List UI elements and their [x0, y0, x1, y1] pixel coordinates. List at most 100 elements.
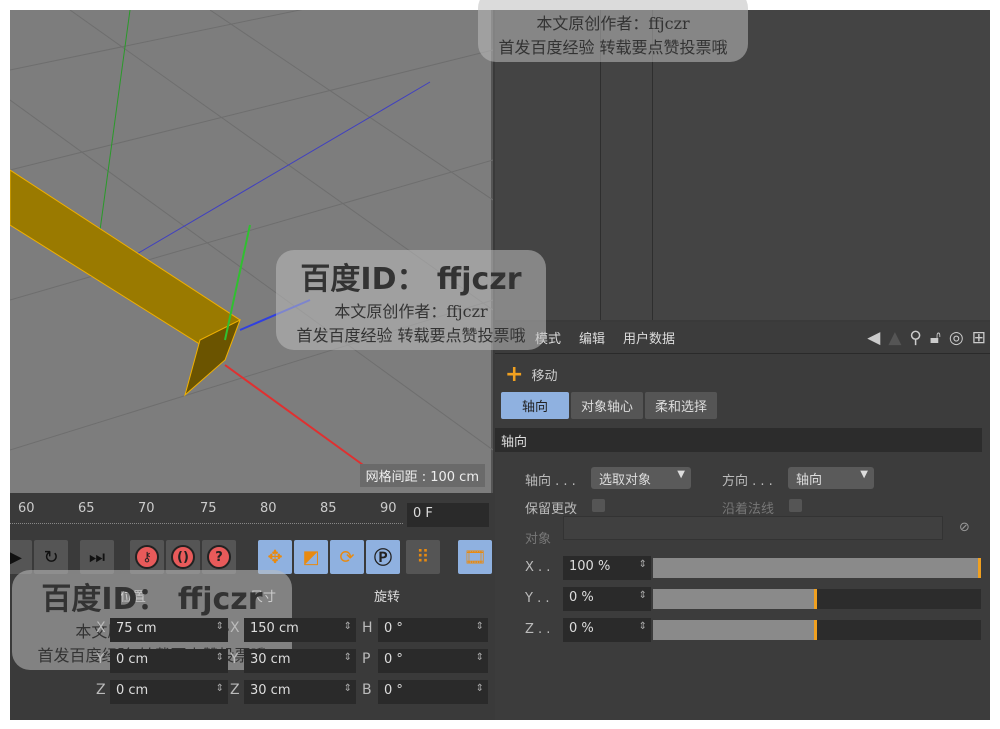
- tab-soft-selection[interactable]: 柔和选择: [645, 392, 718, 419]
- pos-z-label: Z: [96, 682, 106, 698]
- y-axis-line: [97, 10, 131, 246]
- rot-b-field[interactable]: 0 ° ⇕: [378, 680, 488, 704]
- timeline-button[interactable]: 🎞︎: [458, 540, 492, 574]
- y-slider[interactable]: [653, 589, 981, 609]
- attributes-panel: 模式 编辑 用户数据 ◀ ▲ ⚲ 🔓︎ ◎ ⊞ + 移动 轴向 对象轴心 柔和选…: [495, 322, 990, 720]
- z-axis-line: [134, 81, 431, 256]
- size-y-field[interactable]: 30 cm ⇕: [244, 649, 356, 673]
- pos-x-value: 75 cm: [116, 621, 157, 636]
- menu-edit[interactable]: 编辑: [579, 328, 605, 347]
- spinner-icon: ⇕: [638, 590, 647, 601]
- pos-z-value: 0 cm: [116, 683, 149, 698]
- x-value: 100 %: [569, 559, 611, 574]
- loop-icon[interactable]: ↻: [34, 540, 68, 574]
- direction-dropdown-value: 轴向: [796, 473, 823, 488]
- pos-z-field[interactable]: 0 cm ⇕: [110, 680, 228, 704]
- rotate-key-button[interactable]: ⟳: [330, 540, 364, 574]
- section-header: 轴向: [495, 428, 982, 452]
- size-z-label: Z: [230, 682, 240, 698]
- move-icon: ✥: [267, 546, 283, 568]
- film-icon: 🎞︎: [463, 546, 487, 568]
- grid-spacing-label: 网格间距 : 100 cm: [359, 464, 485, 487]
- x-value-field[interactable]: 100 % ⇕: [563, 556, 651, 580]
- watermark-line1: 本文原创作者：ffjczr: [536, 14, 690, 33]
- size-y-label: Y: [230, 651, 239, 667]
- timeline-tick: 60: [18, 501, 35, 516]
- record-keyframe-button[interactable]: ⚷: [130, 540, 164, 574]
- x-slider[interactable]: [653, 558, 981, 578]
- watermark-line2: 首发百度经验 转载要点赞投票哦: [296, 326, 526, 345]
- key-icon: ⚷: [135, 545, 159, 569]
- watermark-id: 百度ID： ffjczr: [300, 262, 522, 297]
- autokey-icon: (): [171, 545, 195, 569]
- z-slider[interactable]: [653, 620, 981, 640]
- current-frame-field[interactable]: 0 F: [407, 503, 489, 527]
- rot-p-field[interactable]: 0 ° ⇕: [378, 649, 488, 673]
- menu-user-data[interactable]: 用户数据: [623, 328, 675, 347]
- beam-object: [10, 169, 241, 361]
- play-icon[interactable]: ▶: [10, 540, 32, 574]
- watermark: 本文原创作者：ffjczr 首发百度经验 转载要点赞投票哦: [478, 0, 748, 62]
- size-z-value: 30 cm: [250, 683, 291, 698]
- x-label: X . .: [525, 560, 551, 575]
- object-link-field[interactable]: [563, 516, 943, 540]
- scale-key-button[interactable]: ◩: [294, 540, 328, 574]
- rotation-header: 旋转: [374, 590, 401, 605]
- target-icon[interactable]: ◎: [949, 328, 964, 348]
- timeline-tick: 85: [320, 501, 337, 516]
- axis-label: 轴向 . . .: [525, 474, 576, 489]
- rot-b-label: B: [362, 682, 372, 698]
- watermark-line1: 本文原创作者：ffjczr: [334, 302, 488, 321]
- pos-y-label: Y: [96, 651, 105, 667]
- watermark: 百度ID： ffjczr 本文原创作者：ffjczr 首发百度经验 转载要点赞投票哦: [276, 250, 546, 350]
- back-arrow-icon[interactable]: ◀: [867, 328, 880, 348]
- y-value-field[interactable]: 0 % ⇕: [563, 587, 651, 611]
- chevron-down-icon: ▼: [677, 469, 685, 480]
- timeline-tick: 90: [380, 501, 397, 516]
- timeline-tick: 75: [200, 501, 217, 516]
- axis-dropdown[interactable]: 选取对象 ▼: [591, 467, 691, 489]
- pos-y-value: 0 cm: [116, 652, 149, 667]
- auto-keyframe-button[interactable]: (): [166, 540, 200, 574]
- z-value-field[interactable]: 0 % ⇕: [563, 618, 651, 642]
- y-label: Y . .: [525, 591, 550, 606]
- timeline-tick: 70: [138, 501, 155, 516]
- go-to-end-icon[interactable]: ⏭: [80, 540, 114, 574]
- size-y-value: 30 cm: [250, 652, 291, 667]
- along-normals-checkbox[interactable]: [789, 499, 802, 512]
- spinner-icon: ⇕: [638, 621, 647, 632]
- move-key-button[interactable]: ✥: [258, 540, 292, 574]
- pos-x-label: X: [96, 620, 106, 636]
- tab-axis[interactable]: 轴向: [501, 392, 569, 419]
- new-panel-icon[interactable]: ⊞: [972, 328, 986, 348]
- param-key-button[interactable]: Ⓟ: [366, 540, 400, 574]
- up-arrow-icon[interactable]: ▲: [888, 328, 901, 348]
- tab-object-axis[interactable]: 对象轴心: [571, 392, 644, 419]
- scale-icon: ◩: [302, 546, 320, 568]
- size-z-field[interactable]: 30 cm ⇕: [244, 680, 356, 704]
- size-x-field[interactable]: 150 cm ⇕: [244, 618, 356, 642]
- keep-changes-checkbox[interactable]: [592, 499, 605, 512]
- pos-x-field[interactable]: 75 cm ⇕: [110, 618, 228, 642]
- pos-y-field[interactable]: 0 cm ⇕: [110, 649, 228, 673]
- pick-object-icon[interactable]: ⊘: [959, 520, 970, 535]
- param-icon: Ⓟ: [374, 548, 392, 569]
- spinner-icon: ⇕: [638, 559, 647, 570]
- watermark-line2: 首发百度经验 转载要点赞投票哦: [498, 38, 728, 57]
- tool-name: 移动: [531, 369, 558, 384]
- watermark-id: 百度ID： ffjczr: [41, 582, 263, 617]
- along-normals-label: 沿着法线: [722, 502, 775, 517]
- point-level-button[interactable]: ⠿: [406, 540, 440, 574]
- rot-h-field[interactable]: 0 ° ⇕: [378, 618, 488, 642]
- rot-b-value: 0 °: [384, 683, 403, 698]
- timeline[interactable]: 60 65 70 75 80 85 90 0 F: [10, 495, 493, 535]
- z-value: 0 %: [569, 621, 594, 636]
- direction-dropdown[interactable]: 轴向 ▼: [788, 467, 874, 489]
- rotate-icon: ⟳: [339, 546, 355, 568]
- axis-dropdown-value: 选取对象: [599, 473, 652, 488]
- direction-label: 方向 . . .: [722, 474, 773, 489]
- rot-h-label: H: [362, 620, 373, 636]
- lock-icon[interactable]: 🔓︎: [930, 328, 941, 348]
- keyframe-selection-button[interactable]: ?: [202, 540, 236, 574]
- search-icon[interactable]: ⚲: [909, 328, 921, 348]
